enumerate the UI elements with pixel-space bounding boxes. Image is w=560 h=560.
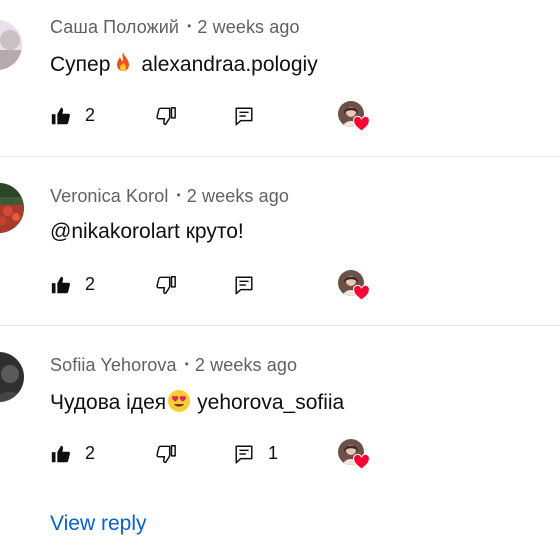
heart-eyes-emoji — [168, 390, 191, 412]
thumbs-up-icon — [51, 445, 70, 463]
thumbs-down-icon — [156, 276, 176, 295]
creator-heart-icon — [353, 116, 370, 132]
reply-button[interactable] — [233, 439, 257, 469]
avatar-image — [0, 20, 22, 70]
avatar-image — [0, 352, 24, 402]
creator-heart-icon — [353, 285, 370, 301]
reply-icon — [235, 445, 253, 464]
like-count: 2 — [85, 105, 96, 125]
like-count: 2 — [85, 443, 96, 463]
avatar[interactable] — [0, 352, 24, 402]
reply-count: 1 — [268, 443, 279, 463]
comment-divider — [0, 325, 560, 326]
like-button[interactable] — [50, 439, 74, 469]
comment-time[interactable]: 2 weeks ago — [195, 355, 297, 375]
meta-separator: • — [184, 357, 189, 371]
like-button[interactable] — [50, 270, 74, 300]
comment-meta: Саша Положий • 2 weeks ago — [50, 17, 300, 38]
comment-text: @nikakorolart круто! — [50, 220, 244, 244]
avatar[interactable] — [0, 20, 22, 70]
comment-text-tail[interactable]: alexandraa.pologiy — [141, 53, 317, 76]
comment-divider — [0, 156, 560, 157]
comments-section: Саша Положий • 2 weeks ago Супер alexandra… — [0, 0, 560, 560]
dislike-button[interactable] — [155, 101, 179, 131]
author-name[interactable]: Саша Положий — [50, 17, 179, 37]
comment-text-main: @nikakorolart круто! — [50, 220, 244, 243]
comment-text: Супер alexandraa.pologiy — [50, 51, 318, 77]
comment-actions: 2 1 — [0, 439, 560, 471]
like-button[interactable] — [50, 101, 74, 131]
comment-text: Чудова ідея yehorova_sofiia — [50, 389, 344, 415]
creator-heart-badge — [338, 101, 370, 133]
thumbs-down-icon — [156, 445, 176, 464]
comment-text-tail[interactable]: yehorova_sofiia — [197, 391, 344, 414]
reply-button[interactable] — [233, 270, 257, 300]
comment-actions: 2 — [0, 101, 560, 133]
dislike-button[interactable] — [155, 439, 179, 469]
author-name[interactable]: Veronica Korol — [50, 186, 168, 206]
creator-heart-icon — [353, 454, 370, 470]
author-name[interactable]: Sofiia Yehorova — [50, 355, 177, 375]
avatar[interactable] — [0, 183, 24, 233]
comment-time[interactable]: 2 weeks ago — [187, 186, 289, 206]
creator-heart-badge — [338, 439, 370, 471]
comment-time[interactable]: 2 weeks ago — [197, 17, 299, 37]
fire-emoji — [117, 52, 130, 71]
like-count: 2 — [85, 274, 96, 294]
comment-text-main: Супер — [50, 53, 111, 76]
comment-text-main: Чудова ідея — [50, 391, 167, 414]
comment-meta: Veronica Korol • 2 weeks ago — [50, 186, 289, 207]
view-reply-button[interactable]: View reply — [50, 512, 147, 536]
comment-actions: 2 — [0, 270, 560, 302]
meta-separator: • — [176, 188, 181, 202]
avatar-image — [0, 183, 24, 233]
reply-button[interactable] — [233, 101, 257, 131]
thumbs-up-icon — [51, 276, 70, 294]
creator-heart-badge — [338, 270, 370, 302]
comment-meta: Sofiia Yehorova • 2 weeks ago — [50, 355, 297, 376]
meta-separator: • — [187, 19, 192, 33]
dislike-button[interactable] — [155, 270, 179, 300]
reply-icon — [235, 107, 253, 126]
thumbs-up-icon — [51, 107, 70, 125]
thumbs-down-icon — [156, 107, 176, 126]
reply-icon — [235, 276, 253, 295]
